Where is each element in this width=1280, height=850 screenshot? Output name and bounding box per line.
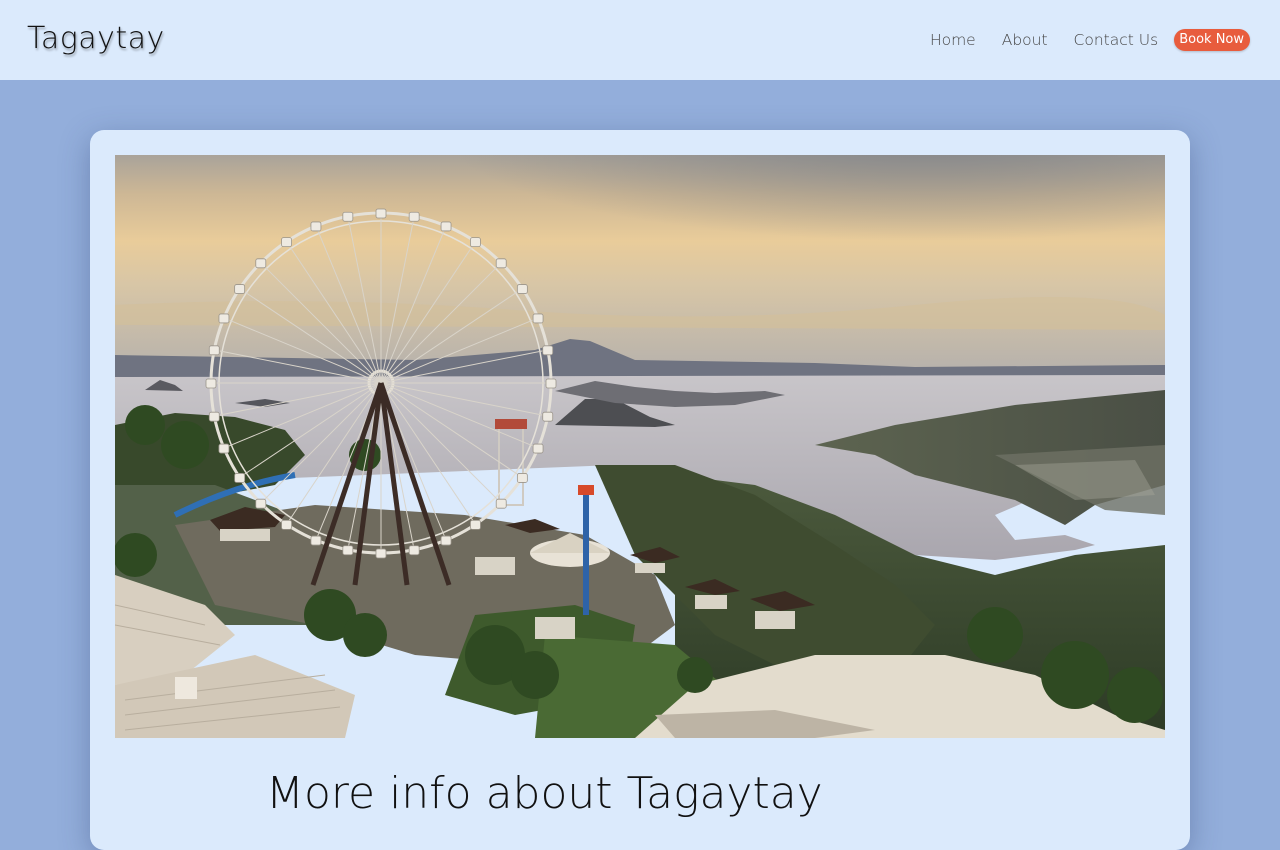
page-heading: More info about Tagaytay	[266, 768, 823, 819]
hero-image	[115, 155, 1165, 738]
book-now-button[interactable]: Book Now	[1174, 29, 1250, 51]
nav-link-contact[interactable]: Contact Us	[1074, 28, 1159, 52]
nav-link-home[interactable]: Home	[930, 28, 976, 52]
nav-link-about[interactable]: About	[1002, 28, 1048, 52]
brand-logo[interactable]: Tagaytay	[27, 19, 165, 59]
content-card: More info about Tagaytay	[90, 130, 1190, 850]
navbar: Tagaytay Home About Contact Us Book Now	[0, 0, 1280, 80]
nav-links: Home About Contact Us Book Now	[930, 28, 1250, 52]
